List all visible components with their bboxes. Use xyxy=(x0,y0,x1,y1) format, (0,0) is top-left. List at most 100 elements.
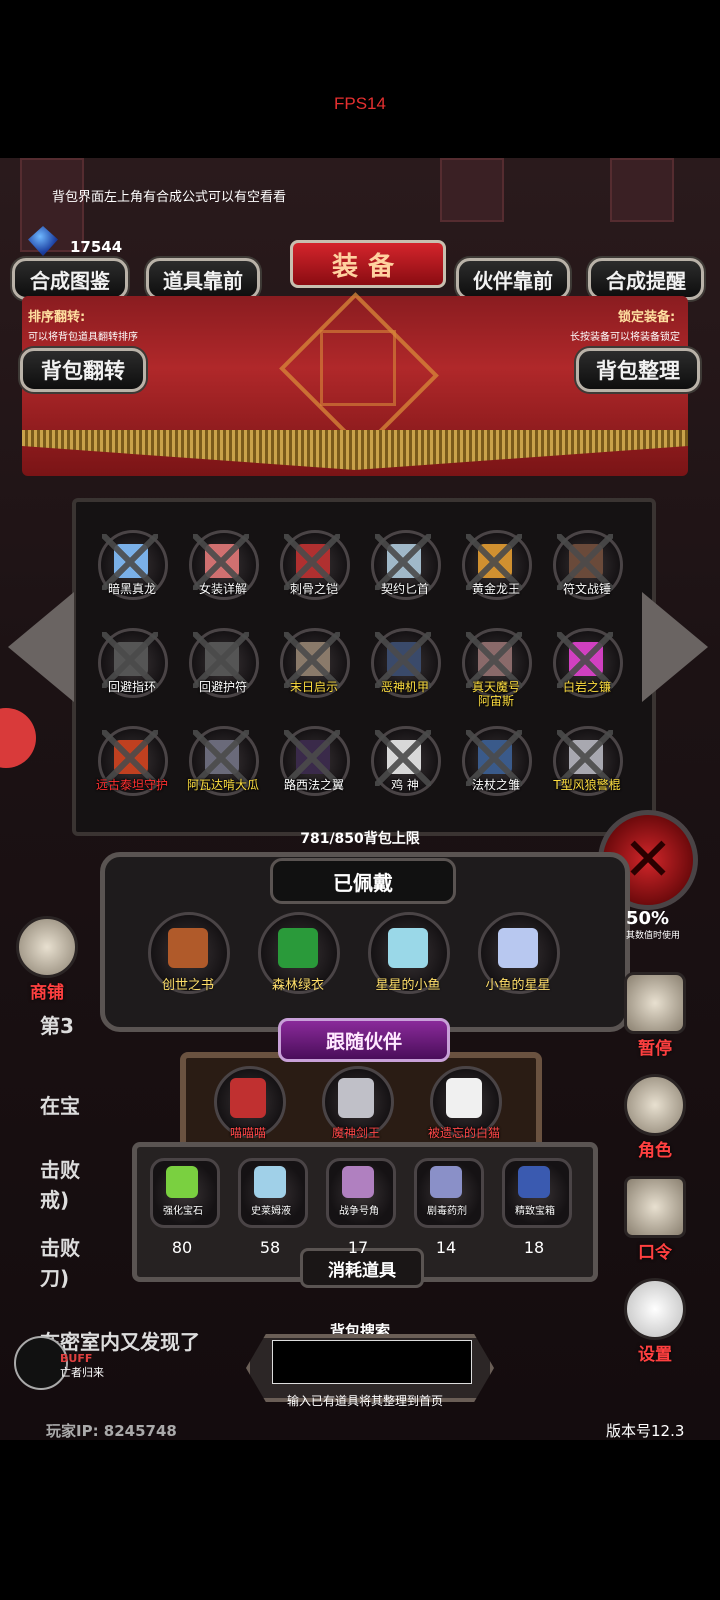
inventory-item-slot[interactable]: 末日启示 xyxy=(278,628,350,714)
consumable-icon xyxy=(254,1166,286,1198)
item-name: 鸡 神 xyxy=(391,778,419,792)
sort-flip-desc: 可以将背包道具翻转排序 xyxy=(28,332,138,343)
next-page-arrow-icon[interactable] xyxy=(642,592,708,702)
item-name: 路西法之翼 xyxy=(283,778,344,792)
item-name: 回避护符 xyxy=(198,680,247,694)
page-title: 装备 xyxy=(290,240,446,288)
worn-item-slot[interactable]: 星星的小鱼 xyxy=(368,912,450,1002)
consumable-slot[interactable]: 精致宝箱 18 xyxy=(496,1158,578,1258)
bag-capacity: 781/850背包上限 xyxy=(300,831,420,847)
companion-slot[interactable]: 魔神剑王 xyxy=(316,1066,396,1152)
consumable-name: 剧毒药剂 xyxy=(427,1206,467,1217)
inventory-item-slot[interactable]: 黄金龙王 xyxy=(460,530,532,616)
inventory-item-slot[interactable]: 女装详解 xyxy=(187,530,259,616)
consumable-qty: 17 xyxy=(347,1238,369,1257)
companion-slot[interactable]: 喵喵喵 xyxy=(208,1066,288,1152)
tip-text: 背包界面左上角有合成公式可以有空看看 xyxy=(52,189,287,204)
item-name: 远古泰坦守护 xyxy=(95,778,168,792)
bag-organize-button[interactable]: 背包整理 xyxy=(576,348,700,392)
inventory-item-slot[interactable]: 恶神机甲 xyxy=(369,628,441,714)
log-line: 击败 xyxy=(40,1236,80,1260)
dice-icon xyxy=(624,972,686,1034)
shop-icon xyxy=(16,916,78,978)
item-icon xyxy=(498,928,538,968)
worn-title: 已佩戴 xyxy=(270,858,456,904)
item-name: T型风狼警棍 xyxy=(553,778,621,792)
inventory-item-slot[interactable]: 白岩之镰 xyxy=(551,628,623,714)
inventory-item-slot[interactable]: 符文战锤 xyxy=(551,530,623,616)
consumable-icon xyxy=(518,1166,550,1198)
worn-item-name: 森林绿衣 xyxy=(271,978,324,993)
consumable-qty: 80 xyxy=(171,1238,193,1257)
consumable-slot[interactable]: 剧毒药剂 14 xyxy=(408,1158,490,1258)
stats-percent: 50% xyxy=(626,908,670,929)
log-line: 戒) xyxy=(40,1188,70,1212)
companions-title: 跟随伙伴 xyxy=(278,1018,450,1062)
consumable-slot[interactable]: 强化宝石 80 xyxy=(144,1158,226,1258)
partner-first-button[interactable]: 伙伴靠前 xyxy=(456,258,570,300)
inventory-item-slot[interactable]: 真天魔号 阿宙斯 xyxy=(460,628,532,714)
background-window xyxy=(610,158,674,222)
inventory-item-slot[interactable]: 回避指环 xyxy=(96,628,168,714)
item-name: 刺骨之铠 xyxy=(289,582,338,596)
worn-item-name: 小鱼的星星 xyxy=(485,978,551,993)
background-window xyxy=(440,158,504,222)
prev-page-arrow-icon[interactable] xyxy=(8,592,74,702)
inventory-item-slot[interactable]: 契约匕首 xyxy=(369,530,441,616)
consumable-qty: 18 xyxy=(523,1238,545,1257)
bag-search-hint: 输入已有道具将其整理到首页 xyxy=(286,1394,443,1408)
version-label: 版本号12.3 xyxy=(606,1422,685,1440)
inventory-item-slot[interactable]: 刺骨之铠 xyxy=(278,530,350,616)
inventory-item-slot[interactable]: 阿瓦达啃大瓜 xyxy=(187,726,259,812)
inventory-item-slot[interactable]: 路西法之翼 xyxy=(278,726,350,812)
item-name: 末日启示 xyxy=(289,680,338,694)
inventory-item-slot[interactable]: 回避护符 xyxy=(187,628,259,714)
companion-slot[interactable]: 被遗忘的白猫 xyxy=(424,1066,504,1152)
log-line: 刀) xyxy=(40,1266,70,1290)
companion-name: 魔神剑王 xyxy=(331,1126,380,1140)
item-name: 法杖之雏 xyxy=(471,778,520,792)
worn-item-slot[interactable]: 小鱼的星星 xyxy=(478,912,560,1002)
worn-item-slot[interactable]: 森林绿衣 xyxy=(258,912,340,1002)
synthesis-guide-button[interactable]: 合成图鉴 xyxy=(12,258,128,300)
item-name: 白岩之镰 xyxy=(562,680,611,694)
consumable-slot[interactable]: 战争号角 17 xyxy=(320,1158,402,1258)
consumable-name: 精致宝箱 xyxy=(515,1206,555,1217)
consumable-name: 战争号角 xyxy=(339,1206,379,1217)
settings-label: 设置 xyxy=(638,1345,672,1365)
password-button[interactable]: 口令 xyxy=(620,1176,690,1263)
gear-icon xyxy=(624,1278,686,1340)
inventory-item-slot[interactable]: 远古泰坦守护 xyxy=(96,726,168,812)
log-line: 第3 xyxy=(40,1014,74,1038)
lock-equip-title: 锁定装备: xyxy=(618,310,676,325)
player-ip: 玩家IP: 8245748 xyxy=(46,1422,177,1440)
companion-icon xyxy=(446,1078,482,1118)
companion-icon xyxy=(230,1078,266,1118)
emblem-frame xyxy=(320,330,396,406)
hooded-figure-icon xyxy=(624,1074,686,1136)
synthesis-reminder-button[interactable]: 合成提醒 xyxy=(588,258,704,300)
log-line: 击败 xyxy=(40,1158,80,1182)
pause-button[interactable]: 暂停 xyxy=(620,972,690,1059)
worn-item-slot[interactable]: 创世之书 xyxy=(148,912,230,1002)
settings-button[interactable]: 设置 xyxy=(620,1278,690,1365)
consumable-slot[interactable]: 史莱姆液 58 xyxy=(232,1158,314,1258)
item-name: 契约匕首 xyxy=(380,582,429,596)
inventory-item-slot[interactable]: 暗黑真龙 xyxy=(96,530,168,616)
inventory-item-slot[interactable]: 鸡 神 xyxy=(369,726,441,812)
stats-sub: 其数值时使用 xyxy=(626,931,681,941)
items-first-button[interactable]: 道具靠前 xyxy=(146,258,260,300)
gem-count: 17544 xyxy=(70,238,123,256)
fps-counter: FPS14 xyxy=(334,94,386,113)
item-icon xyxy=(278,928,318,968)
shop-button[interactable]: 商铺 xyxy=(12,916,82,1003)
inventory-item-slot[interactable]: T型风狼警棍 xyxy=(551,726,623,812)
role-button[interactable]: 角色 xyxy=(620,1074,690,1161)
bag-search-input[interactable] xyxy=(272,1340,472,1384)
inventory-item-slot[interactable]: 法杖之雏 xyxy=(460,726,532,812)
consumable-name: 史莱姆液 xyxy=(251,1206,291,1217)
bag-flip-button[interactable]: 背包翻转 xyxy=(20,348,146,392)
worn-item-name: 星星的小鱼 xyxy=(375,978,441,993)
lock-equip-desc: 长按装备可以将装备锁定 xyxy=(570,332,680,343)
sort-flip-title: 排序翻转: xyxy=(28,310,86,325)
